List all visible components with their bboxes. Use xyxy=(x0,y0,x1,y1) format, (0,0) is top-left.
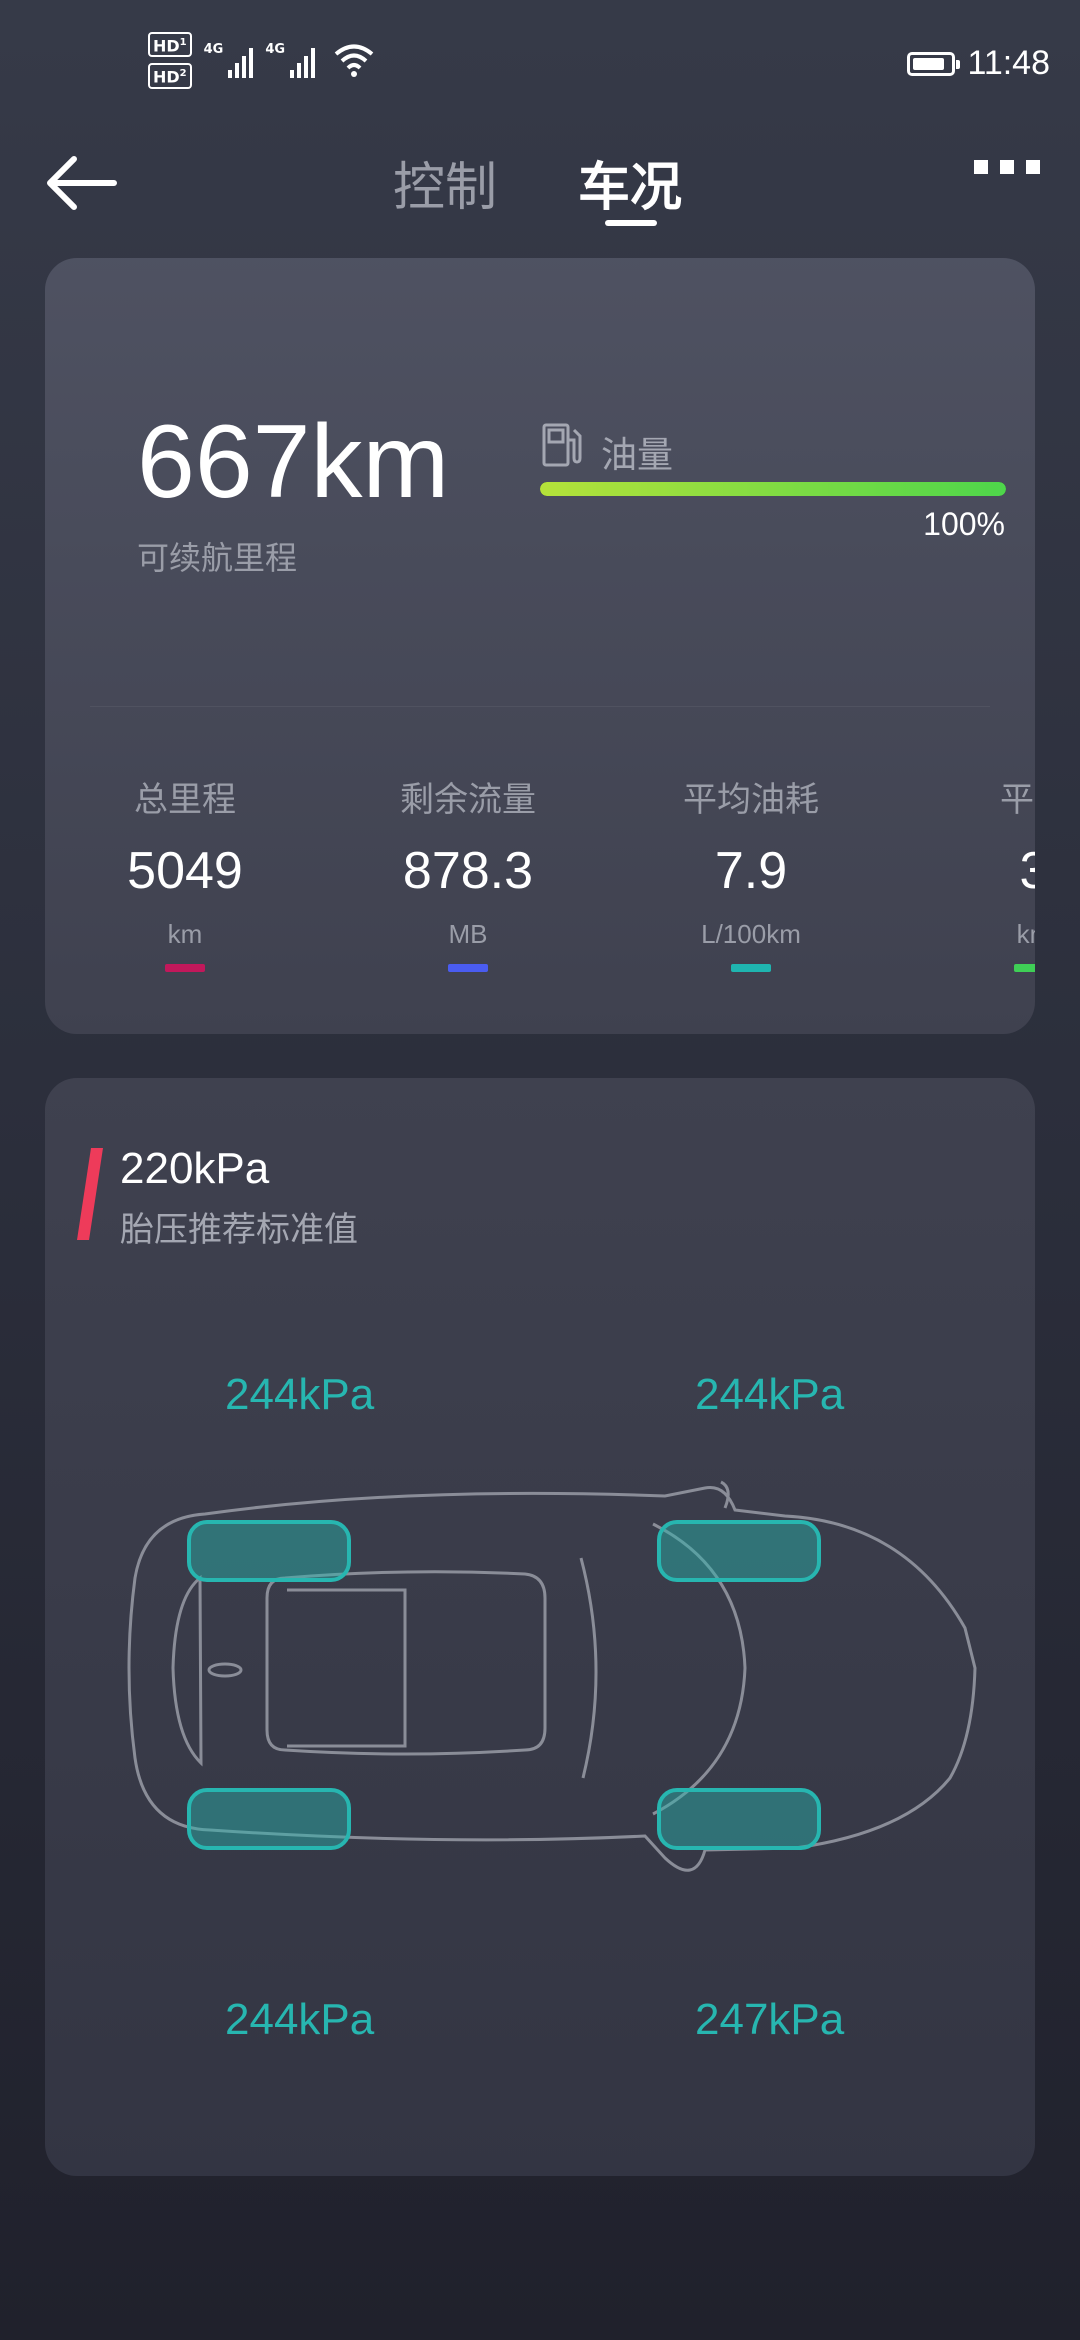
range-card: 667km 可续航里程 油量 100% 总里程 5049 km 剩余流量 878… xyxy=(45,258,1035,1034)
tire-pressure-card: 220kPa 胎压推荐标准值 244kPa 244kPa 244kPa 247k… xyxy=(45,1078,1035,2176)
battery-icon xyxy=(907,51,961,76)
stat-avg-fuel[interactable]: 平均油耗 7.9 L/100km xyxy=(611,772,891,972)
stat-title: 平均 xyxy=(1000,780,1035,820)
back-arrow-icon[interactable] xyxy=(40,150,124,216)
stat-unit: L/100km xyxy=(701,919,801,949)
more-menu-icon[interactable] xyxy=(974,160,1040,174)
stats-row: 总里程 5049 km 剩余流量 878.3 MB 平均油耗 7.9 L/100… xyxy=(45,772,1035,972)
wifi-icon xyxy=(334,44,374,78)
tire-pressure-front-right: 244kPa xyxy=(695,1370,845,1419)
stat-value: 7.9 xyxy=(714,842,788,900)
tab-control[interactable]: 控制 xyxy=(393,145,497,220)
status-bar-left: HD1 HD2 4G 4G xyxy=(148,32,375,89)
sim2-hd-badge: HD2 xyxy=(148,63,192,89)
signal-2-icon: 4G xyxy=(265,42,316,79)
fuel-pump-icon xyxy=(542,423,582,467)
fuel-label: 油量 xyxy=(601,435,674,476)
fuel-level-bar xyxy=(540,482,1006,496)
stat-value: 3 xyxy=(1019,842,1035,900)
stat-unit: MB xyxy=(448,919,488,949)
status-time: 11:48 xyxy=(967,44,1050,82)
stat-unit: km xyxy=(167,919,203,949)
sim1-hd-badge: HD1 xyxy=(148,32,192,58)
range-label: 可续航里程 xyxy=(137,539,298,577)
stat-title: 平均油耗 xyxy=(683,780,819,820)
range-value: 667km xyxy=(137,404,450,520)
stat-avg-partial[interactable]: 平均 3 km xyxy=(894,772,1035,972)
stat-color-bar xyxy=(731,964,771,972)
signal-1-icon: 4G xyxy=(204,42,254,79)
active-tab-indicator xyxy=(605,220,657,226)
sim-indicators: HD1 HD2 xyxy=(148,32,192,89)
tire-pressure-rear-right: 247kPa xyxy=(695,1995,845,2044)
car-top-view-illustration xyxy=(127,1480,977,1872)
recommended-pressure-value: 220kPa xyxy=(120,1144,270,1193)
stat-title: 总里程 xyxy=(134,780,236,820)
stat-color-bar xyxy=(1014,964,1035,972)
stat-color-bar xyxy=(448,964,488,972)
tire-pressure-front-left: 244kPa xyxy=(225,1370,375,1419)
recommended-pressure-label: 胎压推荐标准值 xyxy=(120,1210,358,1250)
fuel-percent: 100% xyxy=(923,506,1005,542)
stat-value: 878.3 xyxy=(402,842,534,900)
stat-unit: km xyxy=(1016,919,1035,949)
stat-remaining-data[interactable]: 剩余流量 878.3 MB xyxy=(328,772,608,972)
tire-pressure-rear-left: 244kPa xyxy=(225,1995,375,2044)
stat-total-mileage[interactable]: 总里程 5049 km xyxy=(45,772,325,972)
accent-slash xyxy=(77,1148,103,1240)
stat-color-bar xyxy=(165,964,205,972)
fuel-level-fill xyxy=(540,482,1006,496)
tab-vehicle-status[interactable]: 车况 xyxy=(578,145,682,220)
stat-title: 剩余流量 xyxy=(400,780,536,820)
card-divider xyxy=(90,706,990,707)
status-bar-right: 11:48 xyxy=(907,44,1050,83)
stat-value: 5049 xyxy=(127,842,243,900)
